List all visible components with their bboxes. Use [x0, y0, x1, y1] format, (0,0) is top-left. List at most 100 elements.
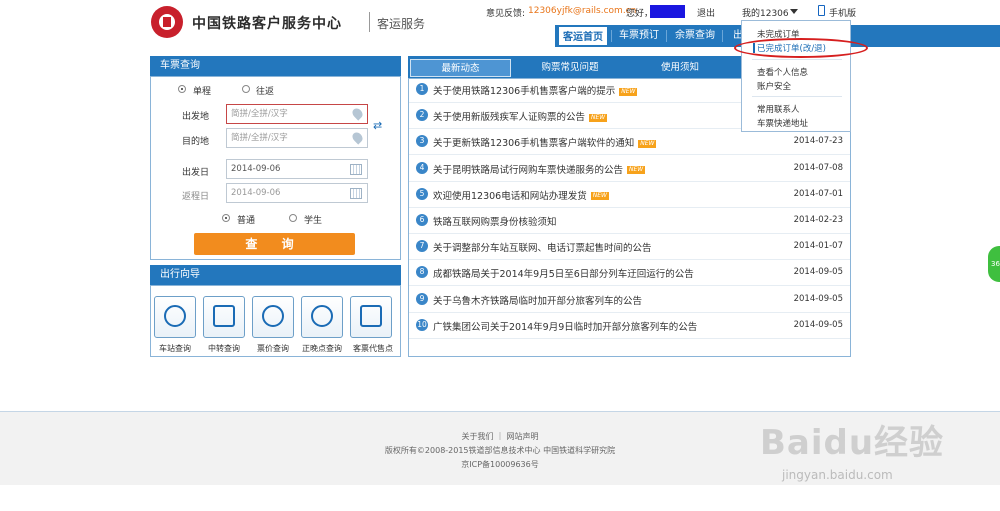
news-number-badge: 6	[416, 214, 428, 226]
news-number-badge: 10	[416, 318, 428, 331]
my-account-menu[interactable]: 我的12306	[742, 6, 789, 19]
delay-query-label[interactable]: 正晚点查询	[297, 343, 347, 354]
single-trip-label: 单程	[193, 87, 212, 97]
news-title-text[interactable]: 铁路互联网购票身份核验须知	[433, 217, 557, 228]
new-badge: NEW	[638, 139, 657, 148]
news-row[interactable]: 6 铁路互联网购票身份核验须知 2014-02-23	[409, 208, 850, 234]
news-title-link[interactable]: 广铁集团公司关于2014年9月9日临时加开部分旅客列车的公告	[433, 319, 697, 333]
delay-query-tile[interactable]	[301, 296, 343, 338]
news-title-link[interactable]: 关于昆明铁路局试行网购车票快递服务的公告 NEW	[433, 162, 646, 176]
username-redacted	[650, 5, 685, 18]
return-date-label: 返程日	[182, 192, 210, 202]
dropdown-contacts[interactable]: 常用联系人	[757, 103, 800, 115]
news-title-text[interactable]: 欢迎使用12306电话和网站办理发货	[433, 191, 587, 202]
nav-divider	[666, 30, 667, 42]
to-station-input[interactable]: 简拼/全拼/汉字	[226, 128, 368, 148]
fare-query-label[interactable]: 票价查询	[248, 343, 298, 354]
news-row[interactable]: 8 成都铁路局关于2014年9月5日至6日部分列车迂回运行的公告 2014-09-0…	[409, 260, 850, 287]
dropdown-delivery-address[interactable]: 车票快递地址	[757, 117, 808, 129]
news-row[interactable]: 5 欢迎使用12306电话和网站办理发货 NEW 2014-07-01	[409, 182, 850, 208]
transfer-query-label[interactable]: 中转查询	[199, 343, 249, 354]
news-title-text[interactable]: 关于昆明铁路局试行网购车票快递服务的公告	[433, 165, 623, 176]
news-title-text[interactable]: 关于调整部分车站互联网、电话订票起售时间的公告	[433, 243, 652, 254]
nav-ticket-booking[interactable]: 车票预订	[619, 25, 659, 47]
depart-date-input[interactable]: 2014-09-06	[226, 159, 368, 179]
chevron-down-icon[interactable]	[790, 9, 798, 14]
news-row[interactable]: 7 关于调整部分车站互联网、电话订票起售时间的公告 2014-01-07	[409, 234, 850, 261]
new-badge: NEW	[589, 113, 608, 122]
news-title-link[interactable]: 关于乌鲁木齐铁路局临时加开部分旅客列车的公告	[433, 293, 642, 307]
news-date: 2014-01-07	[793, 241, 843, 252]
news-number-badge: 3	[416, 135, 428, 148]
clock-icon	[311, 305, 333, 327]
news-date: 2014-07-23	[793, 136, 843, 147]
fare-query-tile[interactable]	[252, 296, 294, 338]
news-title-text[interactable]: 广铁集团公司关于2014年9月9日临时加开部分旅客列车的公告	[433, 322, 697, 333]
news-title-text[interactable]: 关于乌鲁木齐铁路局临时加开部分旅客列车的公告	[433, 296, 642, 307]
travel-guide-header: 出行向导	[150, 265, 401, 285]
calendar-icon[interactable]	[350, 164, 362, 175]
ticket-query-header: 车票查询	[150, 56, 401, 76]
agency-query-label[interactable]: 客票代售点	[348, 343, 398, 354]
calendar-icon[interactable]	[350, 188, 362, 199]
nav-divider	[611, 30, 612, 42]
baidu-watermark: Baidu经验	[760, 423, 945, 463]
normal-ticket-radio[interactable]	[222, 214, 230, 222]
news-title-link[interactable]: 关于使用铁路12306手机售票客户端的提示 NEW	[433, 83, 638, 97]
news-title-link[interactable]: 成都铁路局关于2014年9月5日至6日部分列车迂回运行的公告	[433, 266, 694, 280]
news-title-link[interactable]: 铁路互联网购票身份核验须知	[433, 214, 557, 228]
tab-faq[interactable]: 购票常见问题	[520, 59, 620, 77]
greeting-text: 您好，	[626, 9, 654, 19]
tab-notice[interactable]: 使用须知	[630, 59, 730, 77]
mobile-version-link[interactable]: 手机版	[829, 6, 856, 19]
news-number-badge: 2	[416, 109, 428, 122]
location-pin-icon	[350, 130, 365, 145]
location-pin-icon	[350, 106, 365, 121]
dropdown-account-security[interactable]: 账户安全	[757, 80, 791, 92]
station-query-tile[interactable]	[154, 296, 196, 338]
news-row[interactable]: 10 广铁集团公司关于2014年9月9日临时加开部分旅客列车的公告 2014-09-…	[409, 313, 850, 339]
news-title-text[interactable]: 关于使用新版残疾军人证购票的公告	[433, 112, 585, 123]
news-row[interactable]: 4 关于昆明铁路局试行网购车票快递服务的公告 NEW 2014-07-08	[409, 156, 850, 182]
agency-query-tile[interactable]	[350, 296, 392, 338]
return-date-input[interactable]: 2014-09-06	[226, 183, 368, 203]
railway-logo-icon[interactable]	[151, 6, 183, 38]
news-title-link[interactable]: 关于使用新版残疾军人证购票的公告 NEW	[433, 109, 608, 123]
nav-remaining-tickets[interactable]: 余票查询	[675, 25, 715, 47]
news-date: 2014-07-08	[793, 162, 843, 173]
news-title-text[interactable]: 成都铁路局关于2014年9月5日至6日部分列车迂回运行的公告	[433, 269, 694, 280]
news-title-link[interactable]: 欢迎使用12306电话和网站办理发货 NEW	[433, 188, 609, 202]
news-title-text[interactable]: 关于更新铁路12306手机售票客户端软件的通知	[433, 138, 634, 149]
news-row[interactable]: 9 关于乌鲁木齐铁路局临时加开部分旅客列车的公告 2014-09-05	[409, 287, 850, 313]
news-date: 2014-02-23	[793, 215, 843, 225]
from-station-input[interactable]: 简拼/全拼/汉字	[226, 104, 368, 124]
station-icon	[164, 305, 186, 327]
swap-stations-icon[interactable]: ⇄	[373, 120, 385, 132]
transfer-query-tile[interactable]	[203, 296, 245, 338]
dropdown-personal-info[interactable]: 查看个人信息	[757, 66, 808, 78]
news-title-link[interactable]: 关于调整部分车站互联网、电话订票起售时间的公告	[433, 240, 652, 254]
fare-search-icon	[262, 305, 284, 327]
news-title-text[interactable]: 关于使用铁路12306手机售票客户端的提示	[433, 86, 615, 97]
news-row[interactable]: 3 关于更新铁路12306手机售票客户端软件的通知 NEW 2014-07-23	[409, 129, 850, 156]
news-number-badge: 8	[416, 266, 428, 279]
logo-divider	[369, 12, 370, 32]
news-number-badge: 7	[416, 240, 428, 253]
feedback-email-link[interactable]: 12306yjfk@rails.com.cn	[528, 6, 636, 16]
side-floating-button[interactable]: 36	[988, 246, 1000, 282]
site-title[interactable]: 中国铁路客户服务中心	[192, 13, 342, 33]
round-trip-radio[interactable]	[242, 85, 250, 93]
tab-latest-news[interactable]: 最新动态	[410, 59, 511, 77]
depart-date-value: 2014-09-06	[231, 164, 281, 174]
news-title-link[interactable]: 关于更新铁路12306手机售票客户端软件的通知 NEW	[433, 135, 657, 149]
station-query-label[interactable]: 车站查询	[150, 343, 200, 354]
student-ticket-radio[interactable]	[289, 214, 297, 222]
news-number-badge: 4	[416, 161, 428, 174]
nav-home[interactable]: 客运首页	[557, 25, 609, 47]
single-trip-radio[interactable]	[178, 85, 186, 93]
baidu-watermark-url: jingyan.baidu.com	[782, 468, 893, 482]
logout-link[interactable]: 退出	[697, 6, 715, 19]
query-button[interactable]: 查 询	[194, 233, 355, 255]
account-dropdown: 未完成订单 已完成订单(改/退) 查看个人信息 账户安全 常用联系人 车票快递地…	[741, 20, 851, 132]
phone-icon[interactable]	[818, 5, 825, 16]
